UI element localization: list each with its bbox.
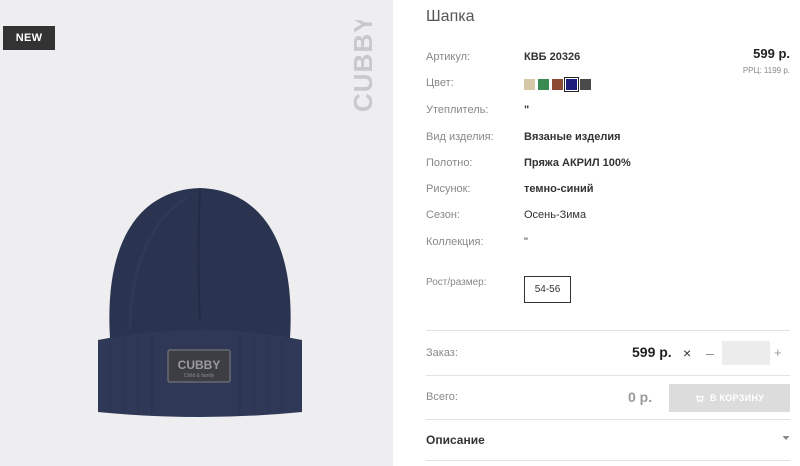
- attr-label: Рост/размер:: [426, 277, 487, 288]
- divider: [426, 460, 790, 461]
- increase-quantity-button[interactable]: +: [774, 345, 782, 360]
- patch-brand-text: CUBBY: [178, 358, 221, 372]
- attr-value: темно-синий: [524, 183, 594, 195]
- add-to-cart-button[interactable]: В КОРЗИНУ: [669, 384, 790, 412]
- attr-label: Коллекция:: [426, 236, 484, 248]
- product-image[interactable]: NEW CUBBY CUBBY Сhild & family: [0, 0, 393, 466]
- decrease-quantity-button[interactable]: –: [706, 345, 714, 361]
- rrp-value: 1199 р.: [763, 66, 790, 75]
- cart-icon: [695, 394, 704, 403]
- description-toggle[interactable]: Описание: [426, 433, 485, 447]
- brand-watermark: CUBBY: [348, 20, 378, 112]
- color-swatch-beige[interactable]: [524, 79, 535, 90]
- quantity-input[interactable]: [722, 341, 770, 365]
- new-badge: NEW: [3, 26, 55, 50]
- attr-label: Сезон:: [426, 209, 460, 221]
- rrp-label: РРЦ:: [742, 66, 762, 75]
- attr-label: Рисунок:: [426, 183, 471, 195]
- divider: [426, 375, 790, 376]
- attr-label: Вид изделия:: [426, 131, 494, 143]
- total-label: Всего:: [426, 391, 458, 403]
- divider: [426, 419, 790, 420]
- attr-label: Полотно:: [426, 157, 473, 169]
- total-value: 0 р.: [628, 389, 653, 405]
- attr-value: Вязаные изделия: [524, 131, 621, 143]
- divider: [426, 330, 790, 331]
- color-swatch-gray[interactable]: [580, 79, 591, 90]
- attr-label: Артикул:: [426, 51, 471, 63]
- product-price: 599 р.: [753, 46, 790, 61]
- rrp-price: РРЦ: 1199 р.: [743, 66, 790, 75]
- patch-tagline-text: Сhild & family: [184, 373, 215, 379]
- order-price: 599 р.: [632, 344, 672, 360]
- order-label: Заказ:: [426, 347, 458, 359]
- times-icon: ×: [683, 345, 692, 361]
- brand-watermark-text: CUBBY: [348, 20, 378, 112]
- attr-label: Цвет:: [426, 77, 454, 89]
- attr-value: Пряжа АКРИЛ 100%: [524, 157, 631, 169]
- chevron-down-icon[interactable]: [782, 434, 790, 442]
- attr-value: КВБ 20326: [524, 51, 581, 63]
- color-swatch-brown[interactable]: [552, 79, 563, 90]
- attr-value: ": [524, 104, 530, 116]
- attr-label: Утеплитель:: [426, 104, 489, 116]
- attr-value: Осень-Зима: [524, 209, 587, 221]
- color-swatches: [524, 77, 591, 92]
- color-swatch-navy[interactable]: [564, 77, 579, 92]
- size-option-button[interactable]: 54-56: [524, 276, 571, 303]
- product-title: Шапка: [426, 8, 475, 25]
- hat-illustration: CUBBY Сhild & family: [98, 188, 302, 417]
- add-to-cart-label: В КОРЗИНУ: [709, 393, 765, 403]
- color-swatch-green[interactable]: [538, 79, 549, 90]
- attr-value: ": [524, 236, 528, 248]
